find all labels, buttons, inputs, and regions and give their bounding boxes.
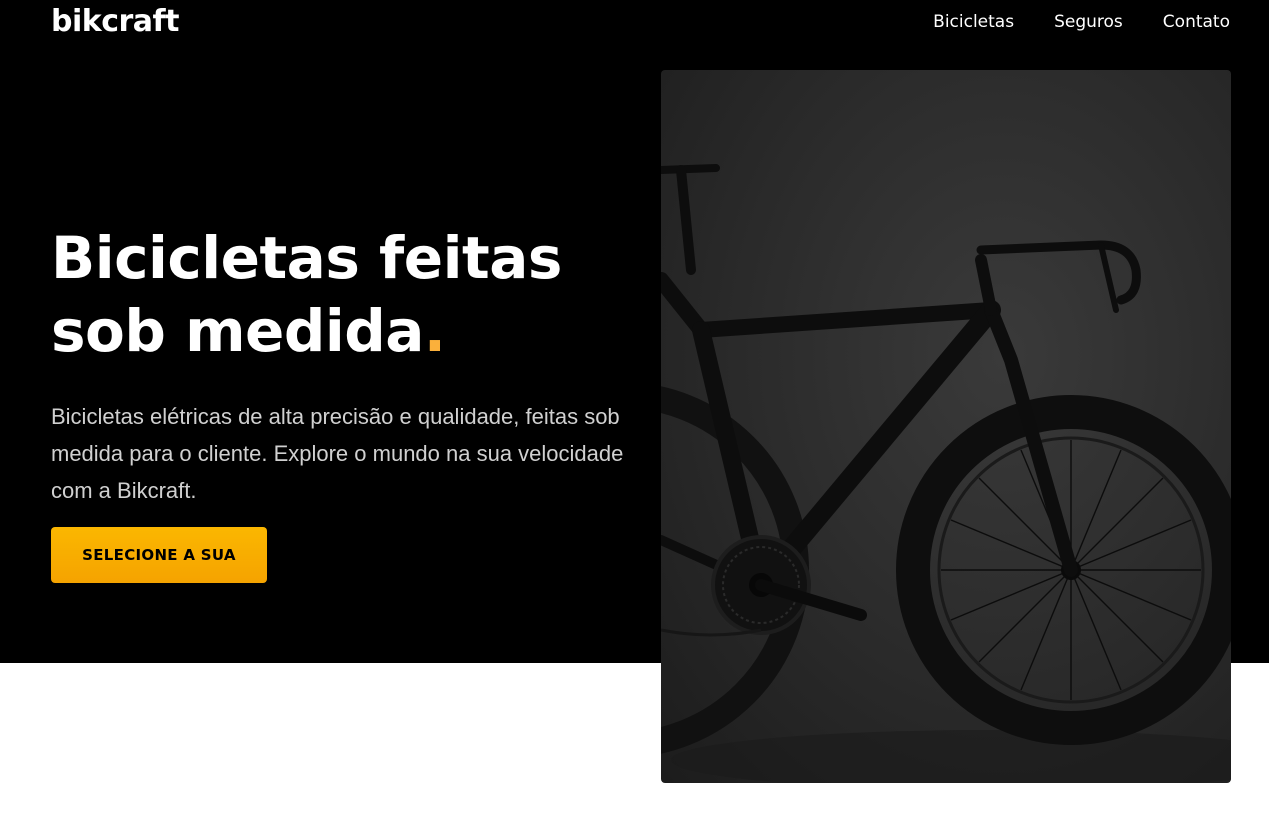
bicycle-photo bbox=[661, 70, 1231, 783]
select-bike-button[interactable]: SELECIONE A SUA bbox=[51, 527, 267, 583]
hero-description: Bicicletas elétricas de alta precisão e … bbox=[51, 404, 624, 503]
hero-title-dot: . bbox=[423, 297, 446, 365]
logo[interactable]: bikcraft bbox=[51, 2, 179, 42]
nav-item-bicicletas[interactable]: Bicicletas bbox=[933, 10, 1014, 34]
bicycle-icon bbox=[661, 164, 1231, 783]
nav-item-seguros[interactable]: Seguros bbox=[1054, 10, 1123, 34]
hero-title: Bicicletas feitas sob medida. bbox=[51, 222, 651, 368]
main-nav: Bicicletas Seguros Contato bbox=[933, 10, 1230, 34]
site-header: bikcraft Bicicletas Seguros Contato bbox=[0, 0, 1269, 48]
nav-item-contato[interactable]: Contato bbox=[1163, 10, 1230, 34]
hero-title-line1: Bicicletas feitas bbox=[51, 224, 562, 292]
hero-title-line2: sob medida bbox=[51, 297, 424, 365]
